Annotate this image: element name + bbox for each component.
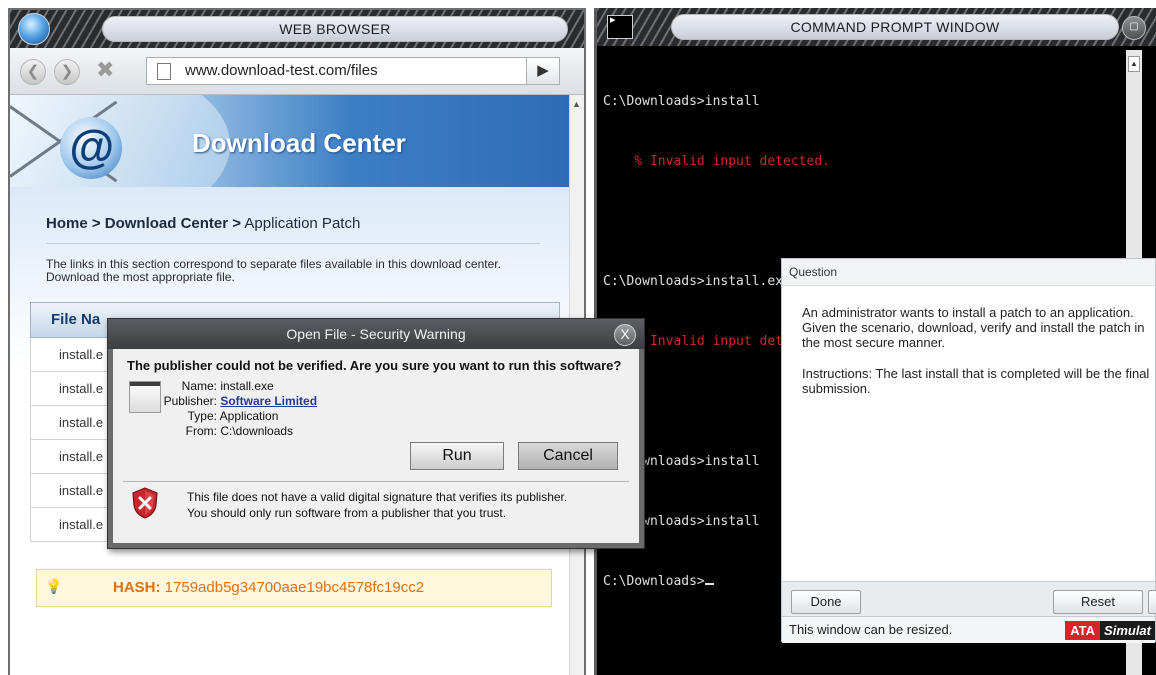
question-footer: Done Reset (782, 581, 1156, 616)
browser-titlebar[interactable]: WEB BROWSER (10, 10, 584, 48)
question-instructions: Instructions: The last install that is c… (802, 366, 1150, 396)
divider (123, 481, 629, 482)
lightbulb-icon: 💡 (45, 578, 63, 594)
at-logo-icon: @ (60, 117, 122, 179)
console-line: C:\Downloads>install (603, 94, 760, 109)
dialog-title: Open File - Security Warning (286, 326, 466, 342)
done-button[interactable]: Done (791, 590, 861, 614)
hash-label: HASH: (113, 579, 161, 596)
security-warning-dialog: Open File - Security Warning X The publi… (107, 318, 645, 549)
from-row: From: C:\downloads (147, 424, 293, 438)
dialog-body: The publisher could not be verified. Are… (113, 349, 639, 543)
hash-value: 1759adb5g34700aae19bc4578fc19cc2 (160, 579, 425, 596)
name-label: Name: (181, 379, 217, 393)
console-prompt: C:\Downloads> (603, 574, 705, 589)
question-scenario: An administrator wants to install a patc… (802, 305, 1145, 350)
globe-icon (18, 13, 50, 45)
next-button[interactable] (1148, 590, 1156, 614)
publisher-row: Publisher: Software Limited (147, 394, 317, 408)
download-center-banner: @ Download Center (10, 95, 574, 187)
reset-button[interactable]: Reset (1053, 590, 1143, 614)
address-bar[interactable]: www.download-test.com/files ▶ (146, 57, 560, 85)
dialog-titlebar[interactable]: Open File - Security Warning X (108, 319, 644, 349)
browser-navbar: ❮ ❯ ✖ www.download-test.com/files ▶ (10, 48, 584, 95)
text-cursor (704, 583, 714, 585)
ata-logo-red: ATA (1065, 621, 1101, 640)
name-value: install.exe (220, 379, 274, 393)
browser-title: WEB BROWSER (102, 16, 568, 42)
console-error-line: % Invalid input detected. (603, 154, 830, 169)
status-bar: This window can be resized. ATA Simulat (782, 616, 1155, 643)
cancel-button[interactable]: Cancel (518, 442, 618, 470)
run-button[interactable]: Run (410, 442, 504, 470)
publisher-label: Publisher: (163, 394, 217, 408)
scroll-up-icon[interactable]: ▲ (572, 99, 581, 109)
status-text: This window can be resized. (789, 622, 953, 637)
question-panel: Question An administrator wants to insta… (781, 258, 1156, 643)
shield-warning-icon (132, 487, 158, 519)
arrow-right-icon[interactable]: ▶ (526, 58, 559, 84)
forward-icon[interactable]: ❯ (54, 59, 80, 85)
question-header: Question (782, 259, 1155, 286)
from-label: From: (185, 424, 217, 438)
ata-logo: ATA Simulat (1065, 621, 1155, 640)
type-value: Application (219, 409, 279, 423)
back-icon[interactable]: ❮ (20, 59, 46, 85)
cmd-title: COMMAND PROMPT WINDOW (671, 14, 1119, 40)
publisher-link[interactable]: Software Limited (220, 394, 317, 408)
hash-text: HASH: 1759adb5g34700aae19bc4578fc19cc2 (113, 579, 424, 596)
signature-warning: This file does not have a valid digital … (187, 489, 637, 521)
ata-logo-dark: Simulat (1100, 621, 1155, 640)
breadcrumb-links[interactable]: Home > Download Center > (46, 215, 241, 232)
question-text: An administrator wants to install a patc… (802, 305, 1152, 412)
divider (46, 243, 540, 244)
close-icon[interactable]: X (614, 324, 636, 346)
hash-box: 💡 HASH: 1759adb5g34700aae19bc4578fc19cc2 (36, 569, 552, 607)
publisher-question: The publisher could not be verified. Are… (127, 358, 622, 373)
scroll-up-icon[interactable]: ▲ (1128, 56, 1140, 72)
section-description: The links in this section correspond to … (46, 257, 501, 284)
maximize-icon[interactable]: ▢ (1122, 16, 1146, 40)
from-value: C:\downloads (220, 424, 294, 438)
stop-icon[interactable]: ✖ (96, 57, 114, 83)
page-icon (157, 63, 171, 80)
warning-line: You should only run software from a publ… (187, 506, 507, 520)
banner-title: Download Center (192, 128, 406, 158)
cmd-titlebar[interactable]: COMMAND PROMPT WINDOW ▢ (597, 8, 1156, 46)
name-row: Name: install.exe (147, 379, 274, 393)
breadcrumb-current: Application Patch (241, 215, 361, 232)
url-text[interactable]: www.download-test.com/files (185, 58, 378, 84)
breadcrumb: Home > Download Center > Application Pat… (46, 215, 360, 232)
type-label: Type: (187, 409, 217, 423)
terminal-icon (607, 13, 633, 39)
type-row: Type: Application (147, 409, 279, 423)
warning-line: This file does not have a valid digital … (187, 490, 568, 504)
